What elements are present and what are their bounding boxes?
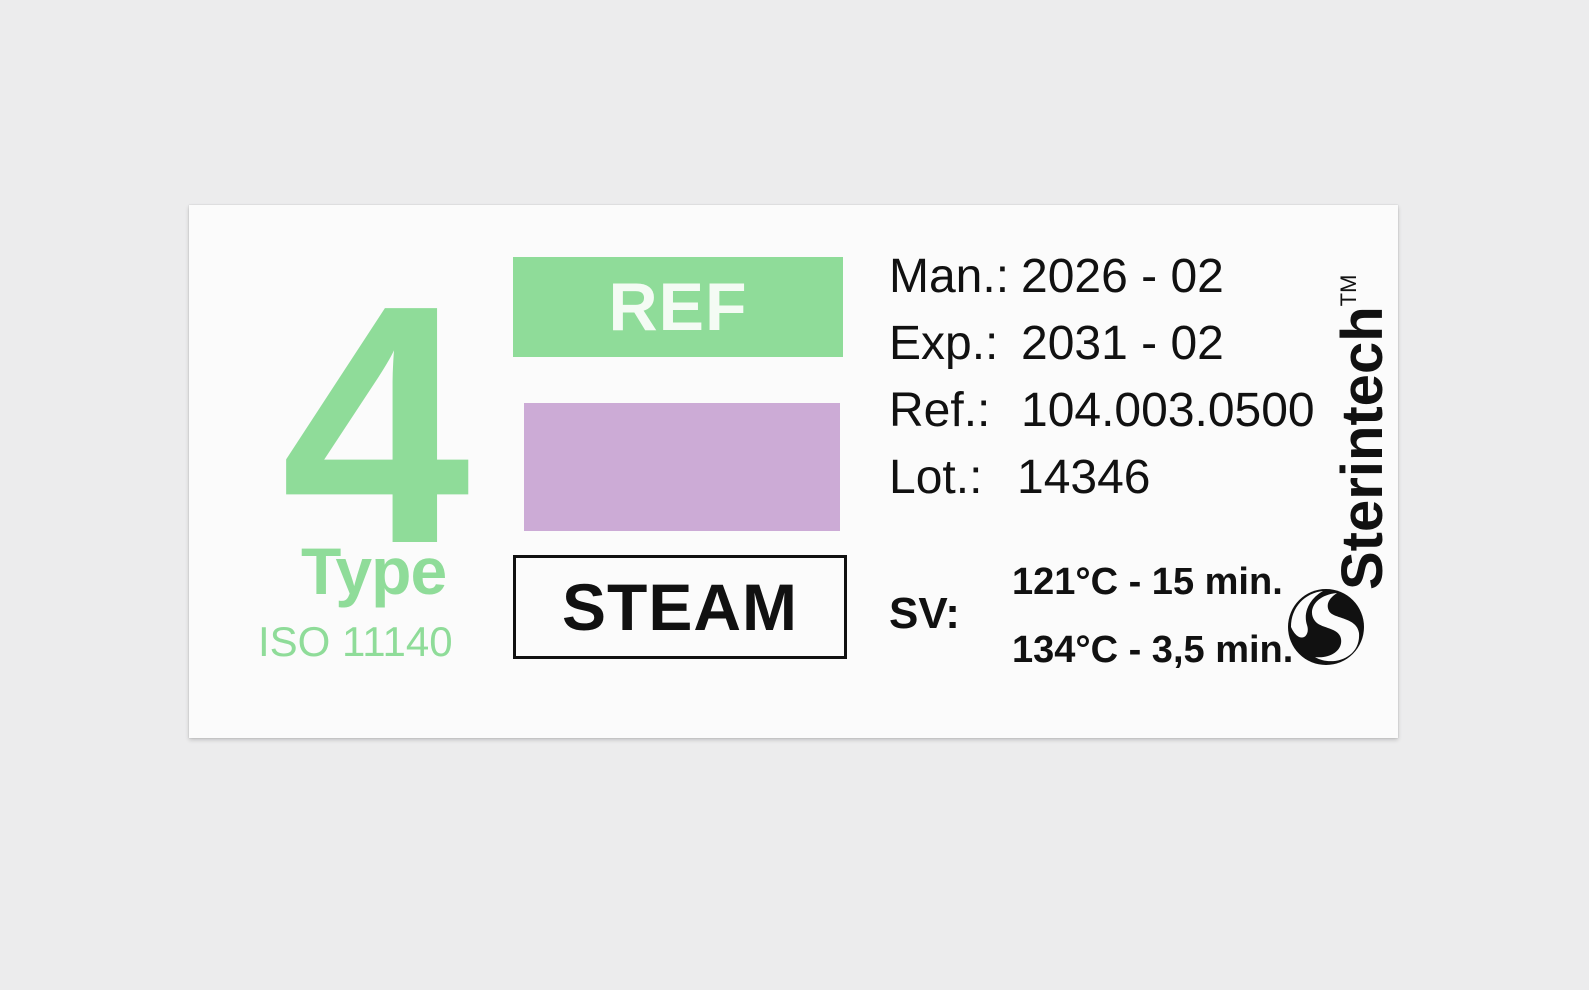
info-label: Ref.: xyxy=(889,384,991,437)
info-label: Exp.: xyxy=(889,317,999,370)
sterintech-swirl-icon xyxy=(1288,589,1364,665)
info-value: 2031 - 02 xyxy=(1021,317,1224,370)
process-label: STEAM xyxy=(562,570,798,644)
info-value: 104.003.0500 xyxy=(1021,384,1315,437)
ref-box: REF xyxy=(513,257,843,357)
sv-value-134: 134°C - 3,5 min. xyxy=(1012,629,1294,671)
process-box: STEAM xyxy=(513,555,847,659)
brand-name: Sterintech xyxy=(1330,306,1395,590)
indicator-label-card: 4 Type ISO 11140 REF STEAM Man.: 2026 - … xyxy=(189,205,1398,738)
info-value: 2026 - 02 xyxy=(1021,250,1224,303)
info-label: Man.: xyxy=(889,250,1010,303)
info-label: Lot.: xyxy=(889,451,983,504)
brand-wordmark: SterintechTM xyxy=(1329,275,1396,590)
sv-value-121: 121°C - 15 min. xyxy=(1012,561,1283,603)
ref-label: REF xyxy=(608,269,748,345)
trademark-mark: TM xyxy=(1336,274,1361,307)
info-value: 14346 xyxy=(1017,451,1151,504)
indicator-color-patch xyxy=(524,403,840,531)
iso-standard: ISO 11140 xyxy=(258,618,453,665)
type-label: Type xyxy=(301,534,447,608)
sv-label: SV: xyxy=(889,589,960,638)
